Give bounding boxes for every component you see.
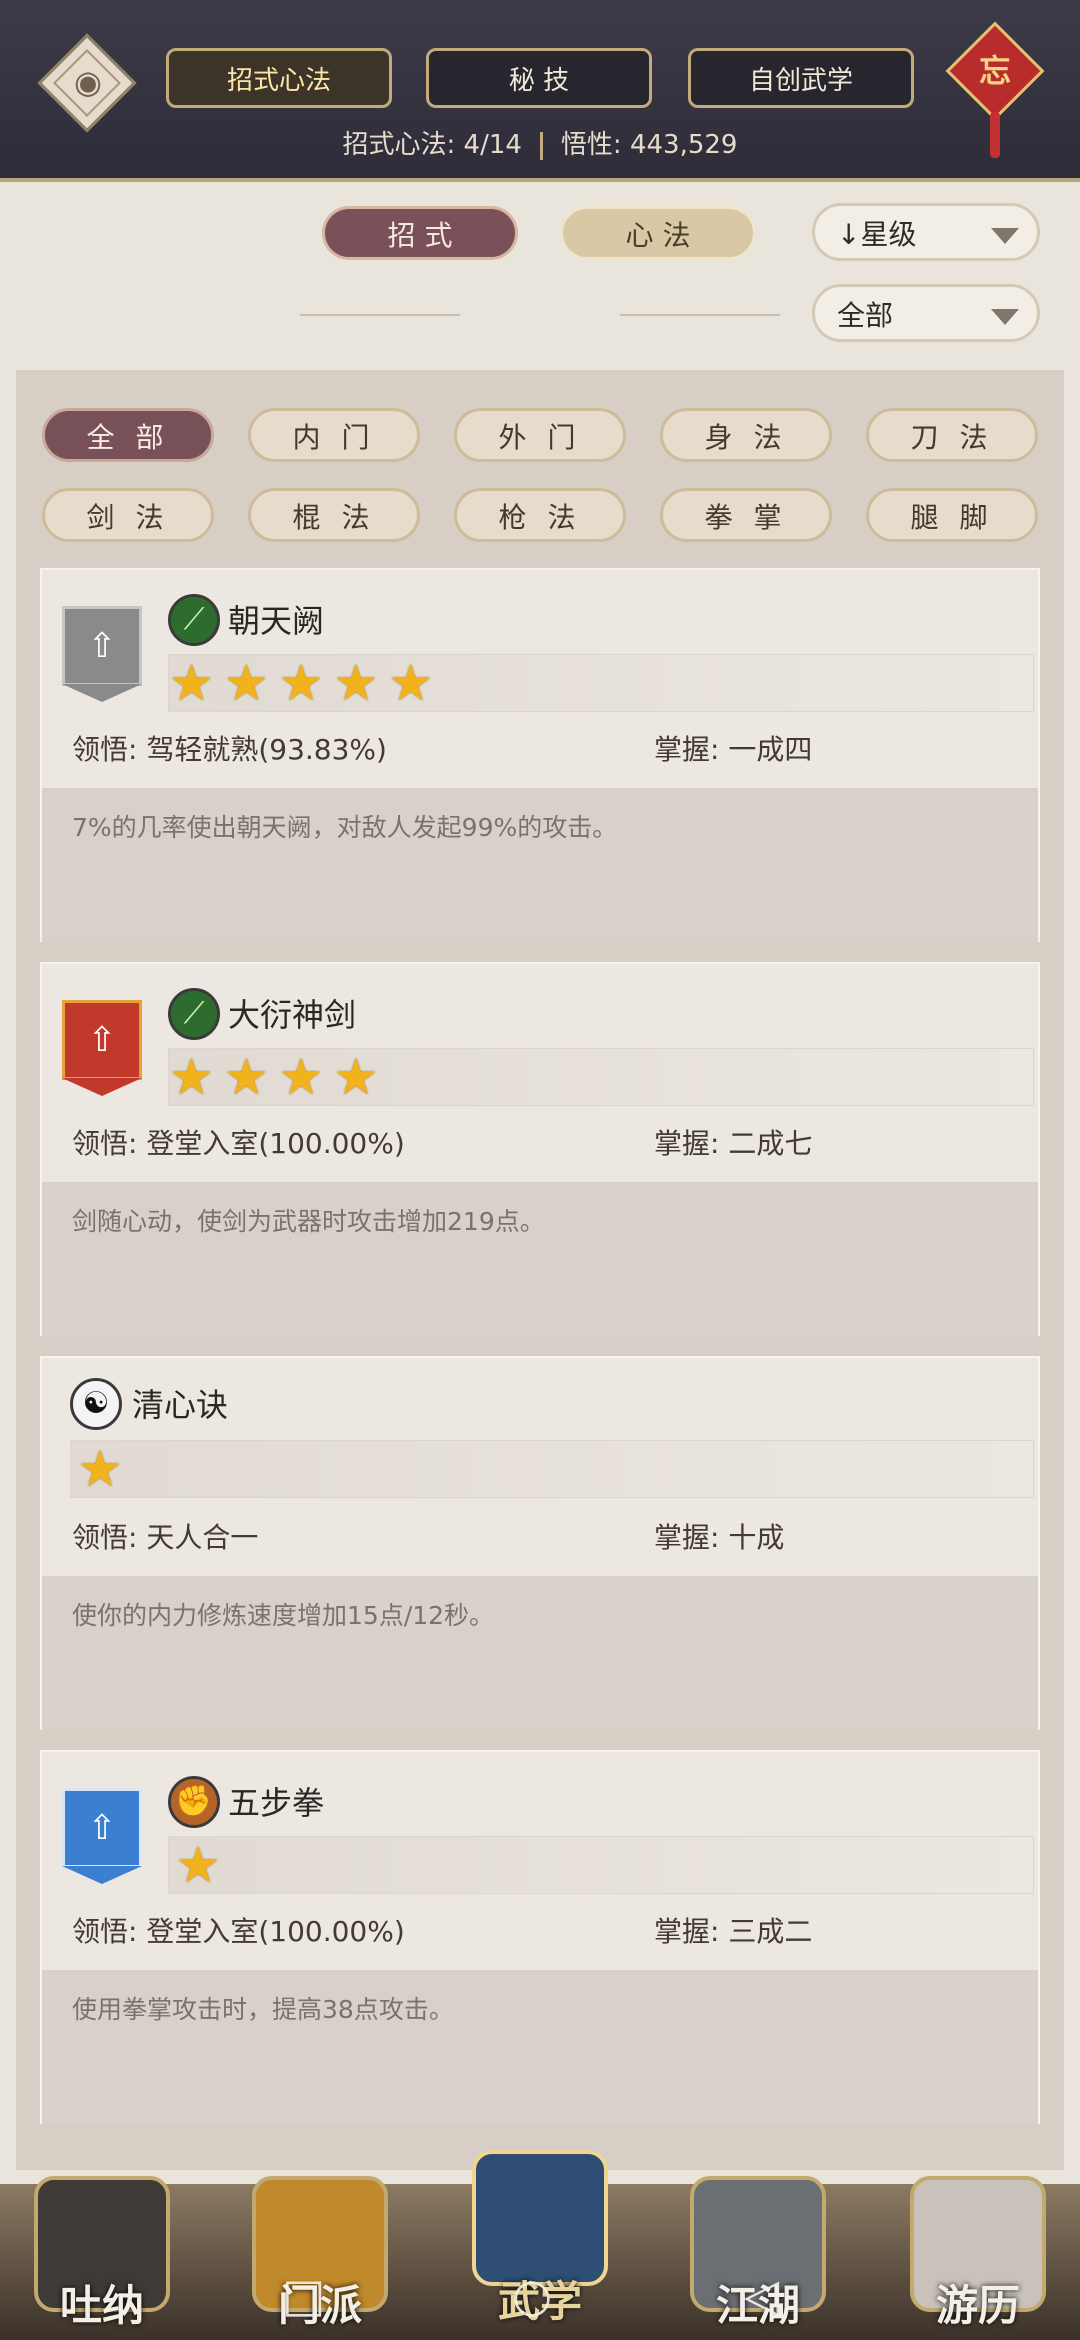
- filter-dropdown-value: 全部: [837, 299, 894, 332]
- category-spear[interactable]: 枪 法: [454, 488, 626, 542]
- mastery-label: 掌握:: [654, 1127, 720, 1160]
- skill-name: 五步拳: [228, 1784, 325, 1822]
- description-text: 使你的内力修炼速度增加15点/12秒。: [72, 1601, 495, 1630]
- skill-card[interactable]: ⇧ ⟋ 朝天阙 ★★★★★ 领悟: 驾轻就熟(93.83%) 掌握: 一成四 7…: [40, 568, 1040, 942]
- top-bar: ◉ 招式心法 秘 技 自创武学 忘 招式心法: 4/14 悟性: 443,529: [0, 0, 1080, 182]
- subtab-moves[interactable]: 招 式: [322, 206, 518, 260]
- skill-description: 剑随心动，使剑为武器时攻击增加219点。: [42, 1182, 1038, 1336]
- category-blade[interactable]: 刀 法: [866, 408, 1038, 462]
- star-rating: ★★★★★: [168, 654, 1034, 712]
- insight-value: 天人合一: [146, 1521, 259, 1554]
- star-icon: ★★★★★: [169, 654, 444, 712]
- mastery-value: 三成二: [728, 1915, 813, 1948]
- tab-techniques[interactable]: 招式心法: [166, 48, 392, 108]
- nav-label: 吐纳: [59, 2281, 144, 2330]
- insight-value: 登堂入室(100.00%): [146, 1915, 405, 1948]
- insight-label: 领悟:: [72, 733, 138, 766]
- star-icon: ★: [77, 1440, 123, 1498]
- skill-name: 朝天阙: [228, 602, 325, 640]
- skill-description: 使用拳掌攻击时，提高38点攻击。: [42, 1970, 1038, 2124]
- category-sword[interactable]: 剑 法: [42, 488, 214, 542]
- yin-yang-icon: ☯: [70, 1378, 122, 1430]
- category-movement[interactable]: 身 法: [660, 408, 832, 462]
- description-text: 使用拳掌攻击时，提高38点攻击。: [72, 1995, 454, 2024]
- tab-custom-martial[interactable]: 自创武学: [688, 48, 914, 108]
- up-arrow-icon: ⇧: [87, 1808, 117, 1848]
- skill-name: 大衍神剑: [228, 996, 357, 1034]
- summary-value: 4/14: [463, 130, 522, 160]
- star-rating: ★: [70, 1440, 1034, 1498]
- summary-line: 招式心法: 4/14 悟性: 443,529: [0, 124, 1080, 161]
- insight-value: 驾轻就熟(93.83%): [146, 733, 387, 766]
- skill-description: 7%的几率使出朝天阙，对敌人发起99%的攻击。: [42, 788, 1038, 942]
- rank-badge-icon: ⇧: [62, 606, 142, 702]
- filter-dropdown[interactable]: 全部: [812, 284, 1040, 342]
- up-arrow-icon: ⇧: [87, 626, 117, 666]
- sword-icon: ⟋: [168, 988, 220, 1040]
- skill-name: 清心诀: [132, 1386, 229, 1424]
- description-text: 剑随心动，使剑为武器时攻击增加219点。: [72, 1207, 545, 1236]
- divider: [300, 314, 460, 316]
- insight-value: 登堂入室(100.00%): [146, 1127, 405, 1160]
- skill-description: 使你的内力修炼速度增加15点/12秒。: [42, 1576, 1038, 1730]
- home-icon[interactable]: ○: [512, 2268, 552, 2322]
- insight-label: 领悟:: [72, 1915, 138, 1948]
- insight-label: 悟性:: [560, 130, 622, 160]
- skill-card[interactable]: ⇧ ✊ 五步拳 ★ 领悟: 登堂入室(100.00%) 掌握: 三成二 使用拳掌…: [40, 1750, 1040, 2124]
- rank-badge-icon: ⇧: [62, 1000, 142, 1096]
- mastery-value: 一成四: [728, 733, 813, 766]
- insight-label: 领悟:: [72, 1127, 138, 1160]
- book-icon: [472, 2150, 608, 2286]
- star-icon: ★★★★: [169, 1048, 389, 1106]
- mastery-label: 掌握:: [654, 1915, 720, 1948]
- eye-icon: ◉: [74, 63, 102, 101]
- mastery-label: 掌握:: [654, 733, 720, 766]
- chevron-down-icon: [991, 309, 1019, 325]
- mastery-value: 十成: [728, 1521, 785, 1554]
- insight-value: 443,529: [629, 130, 738, 160]
- category-leg[interactable]: 腿 脚: [866, 488, 1038, 542]
- sword-icon: ⟋: [168, 594, 220, 646]
- star-rating: ★★★★: [168, 1048, 1034, 1106]
- divider: [620, 314, 780, 316]
- fist-icon: ✊: [168, 1776, 220, 1828]
- nav-label: 游历: [935, 2281, 1020, 2330]
- chevron-down-icon: [991, 228, 1019, 244]
- insight-label: 领悟:: [72, 1521, 138, 1554]
- star-rating: ★: [168, 1836, 1034, 1894]
- category-all[interactable]: 全 部: [42, 408, 214, 462]
- mastery-label: 掌握:: [654, 1521, 720, 1554]
- category-outer[interactable]: 外 门: [454, 408, 626, 462]
- category-staff[interactable]: 棍 法: [248, 488, 420, 542]
- star-icon: ★: [175, 1836, 221, 1894]
- tab-secret-skills[interactable]: 秘 技: [426, 48, 652, 108]
- sort-dropdown[interactable]: ↓星级: [812, 203, 1040, 261]
- nav-travel[interactable]: 游历: [910, 2176, 1046, 2330]
- up-arrow-icon: ⇧: [87, 1020, 117, 1060]
- skill-card[interactable]: ⇧ ⟋ 大衍神剑 ★★★★ 领悟: 登堂入室(100.00%) 掌握: 二成七 …: [40, 962, 1040, 1336]
- knot-icon: 忘: [978, 52, 1011, 90]
- description-text: 7%的几率使出朝天阙，对敌人发起99%的攻击。: [72, 813, 618, 842]
- category-inner[interactable]: 内 门: [248, 408, 420, 462]
- mastery-value: 二成七: [728, 1127, 813, 1160]
- skill-card[interactable]: ☯ 清心诀 ★ 领悟: 天人合一 掌握: 十成 使你的内力修炼速度增加15点/1…: [40, 1356, 1040, 1730]
- summary-label: 招式心法:: [342, 130, 456, 160]
- nav-breathing[interactable]: 吐纳: [34, 2176, 170, 2330]
- back-icon[interactable]: ◁: [744, 2268, 779, 2322]
- rank-badge-icon: ⇧: [62, 1788, 142, 1884]
- category-fist[interactable]: 拳 掌: [660, 488, 832, 542]
- subtab-mind-methods[interactable]: 心 法: [560, 206, 756, 260]
- sort-dropdown-value: ↓星级: [837, 218, 917, 251]
- recent-apps-icon[interactable]: □: [282, 2268, 325, 2322]
